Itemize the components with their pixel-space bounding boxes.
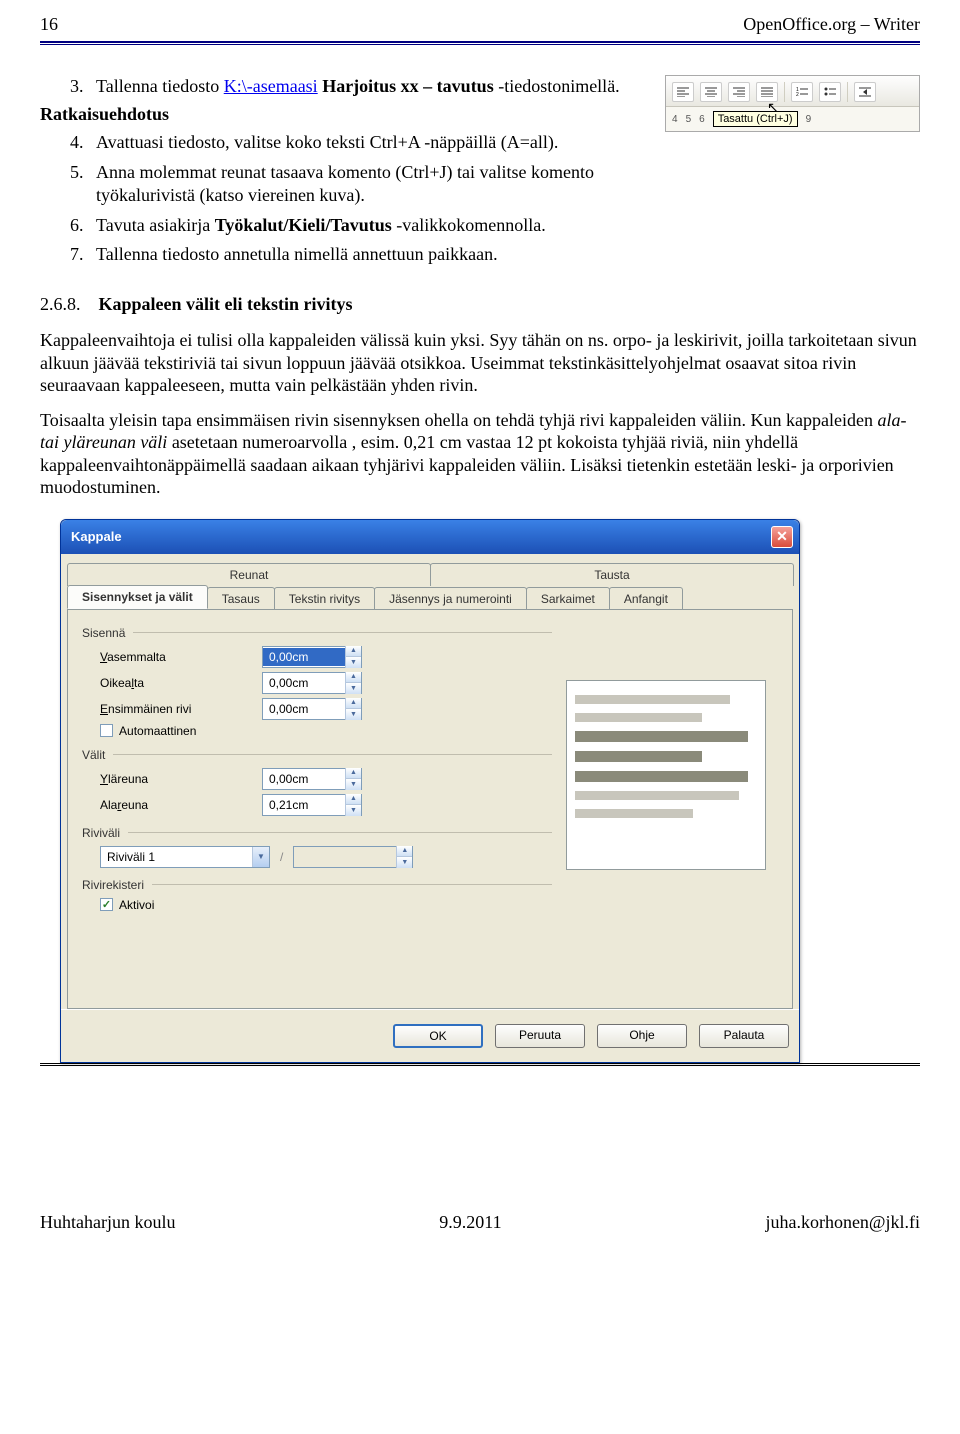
tab-tekstin-rivitys[interactable]: Tekstin rivitys: [274, 587, 375, 610]
tab-tausta[interactable]: Tausta: [430, 563, 794, 586]
close-button[interactable]: ✕: [771, 526, 793, 548]
drive-link[interactable]: K:\-asemaasi: [224, 76, 318, 96]
help-button[interactable]: Ohje: [597, 1024, 687, 1048]
spinner-icon[interactable]: ▲▼: [345, 794, 361, 816]
list-item-6: 6. Tavuta asiakirja Työkalut/Kieli/Tavut…: [70, 214, 920, 237]
toolbar-screenshot: ↖ 12 4 5 6 Tasattu (Ctrl+J) 9: [665, 75, 920, 132]
footer-left: Huhtaharjun koulu: [40, 1212, 175, 1233]
ok-button[interactable]: OK: [393, 1024, 483, 1048]
dialog-button-row: OK Peruuta Ohje Palauta: [61, 1009, 799, 1062]
list-item-7: 7. Tallenna tiedosto annetulla nimellä a…: [70, 243, 920, 266]
input-ensrivi[interactable]: 0,00cm ▲▼: [262, 698, 362, 720]
spinner-icon[interactable]: ▲▼: [345, 768, 361, 790]
toolbar-separator: [784, 82, 785, 102]
justify-tooltip: Tasattu (Ctrl+J): [713, 111, 798, 127]
dialog-titlebar: Kappale ✕: [61, 520, 799, 554]
footer-center: 9.9.2011: [439, 1212, 501, 1233]
tab-panel: Sisennä Vasemmalta 0,00cm ▲▼ Oikealta 0,…: [67, 609, 793, 1009]
paragraph-2: Toisaalta yleisin tapa ensimmäisen rivin…: [40, 409, 920, 499]
section-heading: 2.6.8. Kappaleen välit eli tekstin rivit…: [40, 294, 920, 315]
paragraph-dialog: Kappale ✕ Reunat Tausta Sisennykset ja v…: [60, 519, 800, 1063]
tab-sarkaimet[interactable]: Sarkaimet: [526, 587, 610, 610]
align-center-icon[interactable]: [700, 82, 722, 102]
slash-label: /: [280, 850, 283, 864]
list-item-3: 3. Tallenna tiedosto K:\-asemaasi Harjoi…: [70, 75, 655, 98]
list-item-4: 4. Avattuasi tiedosto, valitse koko teks…: [70, 131, 655, 154]
align-left-icon[interactable]: [672, 82, 694, 102]
chevron-down-icon[interactable]: ▼: [252, 847, 269, 867]
section-valit: Välit: [82, 748, 552, 762]
svg-text:2: 2: [796, 92, 799, 97]
ruler-tick: 6: [699, 114, 705, 125]
input-rivivali-value[interactable]: ▲▼: [293, 846, 413, 868]
label-alareuna: Alareuna: [82, 798, 262, 812]
ruler-tick: 4: [672, 114, 678, 125]
paragraph-1: Kappaleenvaihtoja ei tulisi olla kappale…: [40, 329, 920, 397]
spinner-icon[interactable]: ▲▼: [345, 646, 361, 668]
label-ensrivi: Ensimmäinen rivi: [82, 702, 262, 716]
ruler-tick: 9: [806, 114, 812, 125]
reset-button[interactable]: Palauta: [699, 1024, 789, 1048]
align-right-icon[interactable]: [728, 82, 750, 102]
list-bullet-icon[interactable]: [819, 82, 841, 102]
label-ylareuna: Yläreuna: [82, 772, 262, 786]
tab-jasennys[interactable]: Jäsennys ja numerointi: [374, 587, 527, 610]
label-vasemmalta: Vasemmalta: [82, 650, 262, 664]
input-ylareuna[interactable]: 0,00cm ▲▼: [262, 768, 362, 790]
section-rivivali: Riviväli: [82, 826, 552, 840]
page-content: ↖ 12 4 5 6 Tasattu (Ctrl+J) 9 3.: [0, 45, 960, 499]
page-header: 16 OpenOffice.org – Writer: [0, 0, 960, 41]
input-alareuna[interactable]: 0,21cm ▲▼: [262, 794, 362, 816]
tab-reunat[interactable]: Reunat: [67, 563, 431, 586]
align-justify-icon[interactable]: ↖: [756, 82, 778, 102]
dialog-title: Kappale: [71, 529, 122, 544]
cancel-button[interactable]: Peruuta: [495, 1024, 585, 1048]
toolbar-separator: [847, 82, 848, 102]
indent-less-icon[interactable]: [854, 82, 876, 102]
page-footer: Huhtaharjun koulu 9.9.2011 juha.korhonen…: [0, 1206, 960, 1253]
spinner-icon[interactable]: ▲▼: [345, 672, 361, 694]
tab-strip: Reunat Tausta Sisennykset ja välit Tasau…: [61, 554, 799, 1009]
label-automaattinen: Automaattinen: [119, 724, 196, 738]
preview-pane: [566, 680, 766, 870]
footer-rule: [40, 1063, 920, 1066]
checkbox-automaattinen[interactable]: [100, 724, 113, 737]
page-number: 16: [40, 14, 58, 35]
dropdown-rivivali[interactable]: Riviväli 1 ▼: [100, 846, 270, 868]
label-oikealta: Oikealta: [82, 676, 262, 690]
tab-tasaus[interactable]: Tasaus: [207, 587, 275, 610]
list-item-5: 5. Anna molemmat reunat tasaava komento …: [70, 161, 920, 208]
ruler-tick: 5: [686, 114, 692, 125]
section-rivirekisteri: Rivirekisteri: [82, 878, 552, 892]
tab-sisennykset[interactable]: Sisennykset ja välit: [67, 585, 208, 609]
footer-right: juha.korhonen@jkl.fi: [765, 1212, 920, 1233]
tab-anfangit[interactable]: Anfangit: [609, 587, 683, 610]
spinner-icon[interactable]: ▲▼: [345, 698, 361, 720]
doc-title: OpenOffice.org – Writer: [743, 14, 920, 35]
label-aktivoi: Aktivoi: [119, 898, 154, 912]
spinner-icon[interactable]: ▲▼: [396, 846, 412, 868]
section-sisenna: Sisennä: [82, 626, 552, 640]
checkbox-aktivoi[interactable]: ✓: [100, 898, 113, 911]
list-number-icon[interactable]: 12: [791, 82, 813, 102]
input-vasemmalta[interactable]: 0,00cm ▲▼: [262, 646, 362, 668]
input-oikealta[interactable]: 0,00cm ▲▼: [262, 672, 362, 694]
